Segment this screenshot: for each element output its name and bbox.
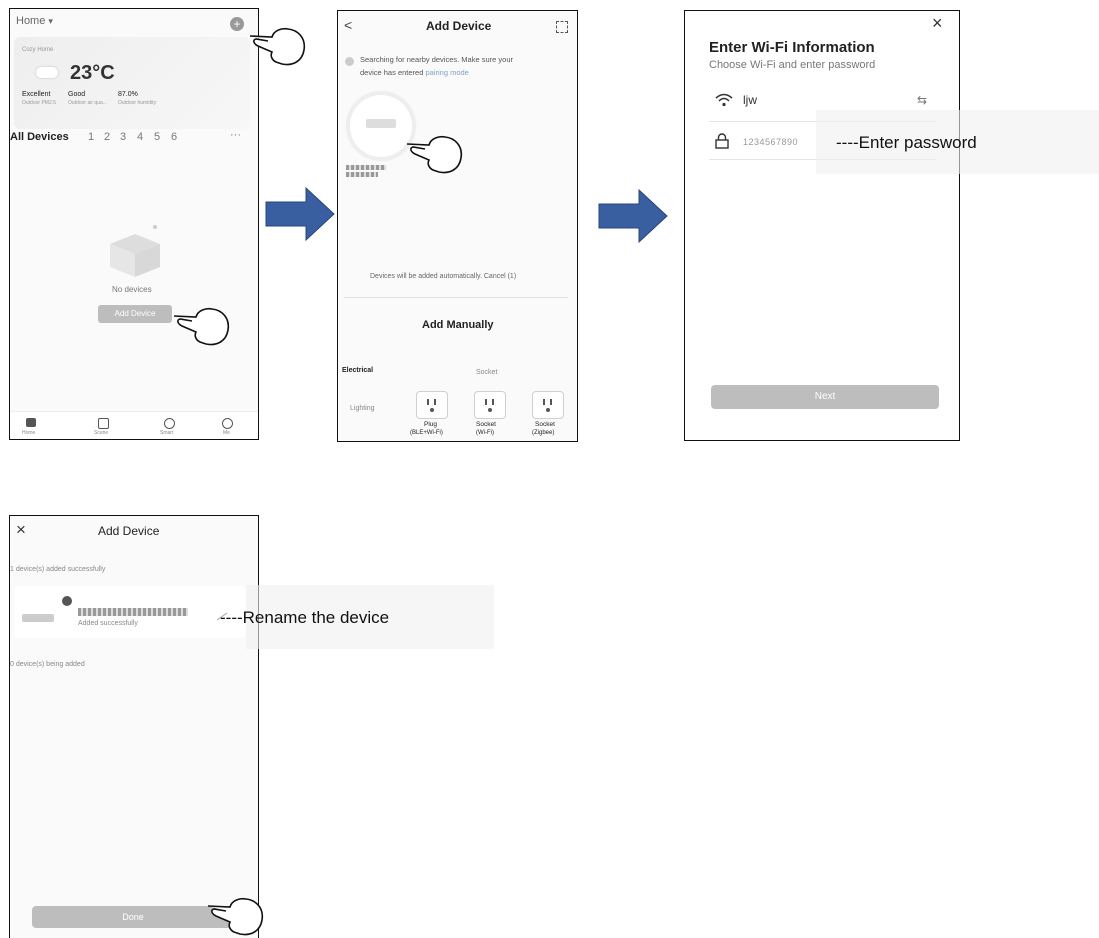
socket-wifi-icon[interactable] [474, 391, 506, 419]
tab-all-devices[interactable]: All Devices [10, 131, 69, 143]
device-sub-0: (BLE+Wi-Fi) [410, 430, 443, 436]
loading-icon [345, 57, 354, 66]
tab-6[interactable]: 6 [171, 131, 177, 143]
flow-arrow-icon [598, 188, 668, 244]
adding-count: 0 device(s) being added [10, 661, 85, 668]
back-button[interactable]: < [344, 17, 352, 33]
searching-text-2: device has entered pairing mode [360, 68, 469, 77]
password-field[interactable]: 1234567890 [743, 137, 798, 147]
nav-scene[interactable]: Scene [94, 430, 108, 436]
page-title: Enter Wi-Fi Information [709, 39, 875, 56]
stat-value-1: Good [68, 91, 86, 98]
close-icon[interactable]: × [932, 13, 943, 34]
pairing-mode-link[interactable]: pairing mode [425, 68, 468, 77]
switch-network-icon[interactable]: ⇆ [917, 93, 927, 107]
temperature: 23°C [70, 62, 115, 84]
wifi-ssid[interactable]: ljw [743, 93, 757, 107]
device-thumbnail [366, 119, 396, 128]
stat-label-2: Outdoor humidity [118, 100, 157, 106]
add-device-screen: < Add Device Searching for nearby device… [337, 10, 578, 442]
device-name-1: Socket [476, 421, 496, 428]
searching-text-line2: device has entered [360, 68, 424, 77]
added-status: Added successfully [78, 620, 138, 627]
empty-text: No devices [112, 285, 152, 294]
searching-text: Searching for nearby devices. Make sure … [360, 55, 513, 64]
add-complete-screen: × Add Device 1 device(s) added successfu… [9, 515, 259, 938]
device-name-0: Plug [424, 421, 438, 428]
wifi-icon [715, 93, 733, 107]
cloud-icon [36, 67, 58, 78]
more-icon[interactable]: ··· [230, 129, 241, 141]
rename-device-callout: ----Rename the device [220, 608, 390, 627]
home-label: Home [16, 15, 46, 27]
stat-value-0: Excellent [22, 91, 51, 98]
home-selector[interactable]: Home ▾ [16, 15, 53, 27]
divider [344, 297, 568, 298]
done-button[interactable]: Done [32, 906, 234, 928]
device-name-redacted [346, 165, 386, 177]
device-sub-2: (Zigbee) [532, 430, 555, 436]
add-device-button[interactable]: Add Device [98, 305, 172, 323]
add-manually-heading: Add Manually [422, 319, 494, 331]
nav-smart[interactable]: Smart [160, 430, 173, 436]
home-screen: Home ▾ + Cozy Home 23°C Excellent Outdoo… [9, 8, 259, 440]
stat-value-2: 87.0% [118, 91, 138, 98]
me-icon[interactable] [222, 418, 233, 429]
auto-add-text: Devices will be added automatically. Can… [370, 273, 517, 280]
category-lighting[interactable]: Lighting [350, 405, 375, 412]
nav-home[interactable]: Home [22, 430, 35, 436]
socket-zigbee-icon[interactable] [532, 391, 564, 419]
nav-me[interactable]: Me [223, 430, 230, 436]
category-electrical[interactable]: Electrical [342, 367, 373, 374]
pointing-hand-icon [406, 135, 463, 174]
tab-3[interactable]: 3 [120, 131, 126, 143]
device-name-redacted[interactable] [78, 608, 188, 616]
stat-label-1: Outdoor air qua... [68, 100, 107, 106]
plug-icon[interactable] [416, 391, 448, 419]
home-nav-icon[interactable] [26, 418, 36, 427]
pointing-hand-icon [249, 27, 306, 66]
page-subtitle: Choose Wi-Fi and enter password [709, 59, 876, 71]
next-button[interactable]: Next [711, 385, 939, 409]
empty-box-icon [110, 225, 160, 277]
wifi-screen: × Enter Wi-Fi Information Choose Wi-Fi a… [684, 10, 960, 441]
pointing-hand-icon [173, 307, 230, 346]
flow-arrow-icon [265, 186, 335, 242]
enter-password-callout: ----Enter password [836, 133, 977, 152]
stat-label-0: Outdoor PM2.5 [22, 100, 56, 106]
check-badge-icon [62, 596, 72, 606]
tab-2[interactable]: 2 [104, 131, 110, 143]
scene-icon[interactable] [98, 418, 109, 429]
device-thumbnail [22, 614, 54, 622]
pointing-hand-icon [207, 897, 264, 936]
page-title: Add Device [426, 19, 492, 33]
smart-icon[interactable] [164, 418, 175, 429]
lock-icon [715, 133, 729, 149]
tab-4[interactable]: 4 [137, 131, 143, 143]
device-name-2: Socket [535, 421, 555, 428]
tab-1[interactable]: 1 [88, 131, 94, 143]
scan-icon[interactable] [556, 21, 568, 33]
weather-location: Cozy Home [22, 47, 54, 53]
add-button[interactable]: + [230, 17, 244, 31]
bottom-nav [10, 411, 258, 439]
chevron-down-icon: ▾ [48, 16, 53, 26]
close-icon[interactable]: × [16, 520, 26, 540]
page-title: Add Device [98, 524, 160, 538]
section-socket: Socket [476, 369, 498, 376]
device-sub-1: (Wi-Fi) [476, 430, 494, 436]
tab-5[interactable]: 5 [154, 131, 160, 143]
success-count: 1 device(s) added successfully [10, 566, 106, 573]
